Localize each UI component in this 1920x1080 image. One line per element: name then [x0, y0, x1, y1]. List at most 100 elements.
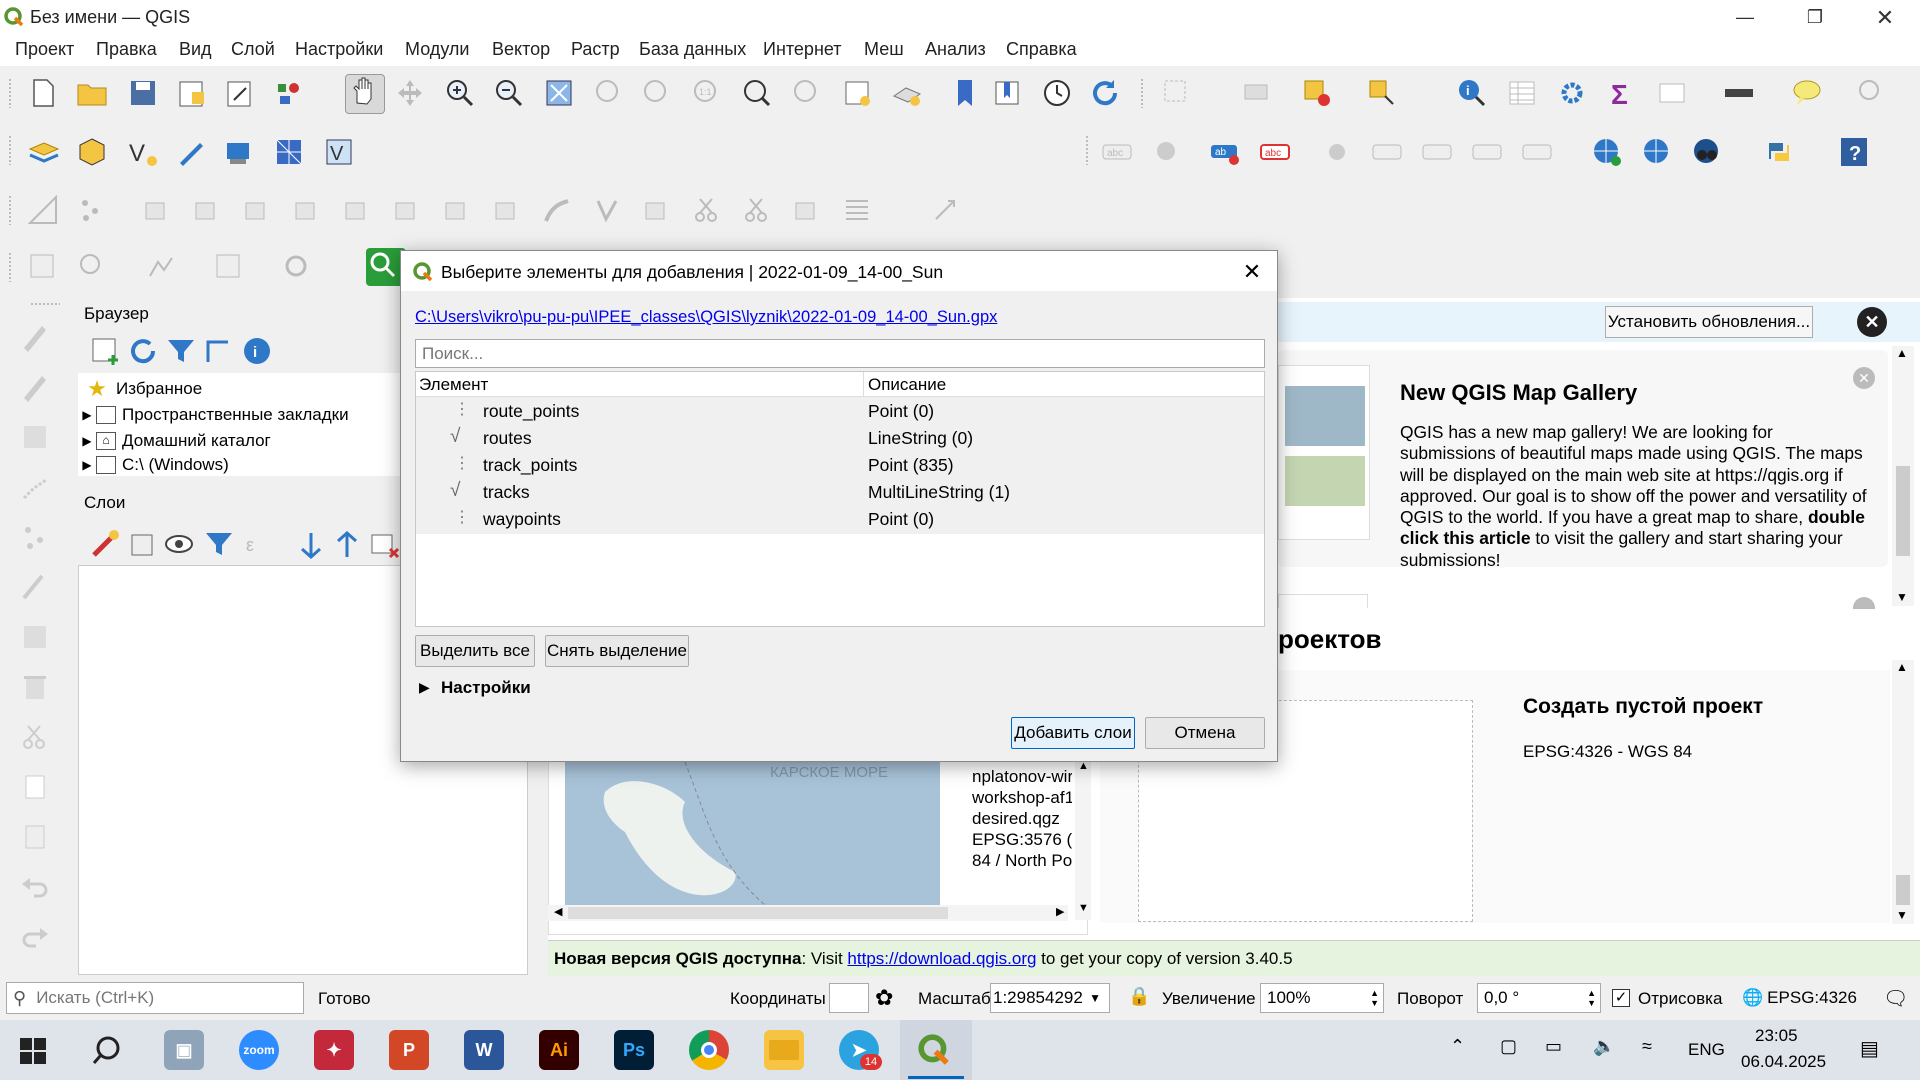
file-path-link[interactable]: C:\Users\vikro\pu-pu-pu\IPEE_classes\QGI… — [415, 308, 997, 327]
temporal-controller-icon[interactable] — [1040, 76, 1074, 110]
menu-settings[interactable]: Настройки — [295, 39, 383, 60]
move-label-icon[interactable] — [1320, 135, 1354, 169]
toggle-editing-icon[interactable] — [18, 370, 52, 404]
extents-toggle-icon[interactable]: ✿ — [875, 985, 901, 1011]
list-item[interactable]: ⋮ track_points Point (835) — [416, 452, 1264, 479]
qgis-app-icon[interactable] — [914, 1030, 954, 1070]
show-hide-labels-icon[interactable] — [1370, 135, 1404, 169]
browser-item-favorites[interactable]: ★ Избранное — [78, 376, 202, 402]
expand-arrow-icon[interactable]: ▶ — [78, 458, 96, 472]
redo-icon[interactable] — [18, 920, 52, 954]
new-3d-map-view-icon[interactable] — [890, 76, 924, 110]
new-virtual-layer-icon[interactable] — [222, 135, 256, 169]
label-properties-icon[interactable] — [1520, 135, 1554, 169]
style-manager-icon[interactable] — [272, 76, 306, 110]
open-project-icon[interactable] — [75, 76, 109, 110]
add-layers-button[interactable]: Добавить слои — [1011, 717, 1135, 749]
pin-labels-icon[interactable]: ab — [1208, 135, 1242, 169]
paste-features-icon[interactable] — [18, 820, 52, 854]
add-part-icon[interactable] — [190, 193, 224, 227]
list-item[interactable]: √ tracks MultiLineString (1) — [416, 479, 1264, 506]
acrobat-app-icon[interactable]: ✦ — [314, 1030, 354, 1070]
add-selected-layers-icon[interactable] — [88, 334, 118, 365]
new-mesh-layer-icon[interactable] — [272, 135, 306, 169]
close-news-2-icon[interactable] — [1853, 597, 1875, 609]
menu-edit[interactable]: Правка — [96, 39, 157, 60]
add-wms-layer-icon[interactable] — [1590, 135, 1624, 169]
label-toolbar-icon[interactable]: abc — [1100, 135, 1134, 169]
coordinates-field[interactable] — [829, 983, 869, 1013]
crs-button[interactable]: 🌐 EPSG:4326 — [1742, 988, 1857, 1008]
data-source-manager-icon[interactable] — [26, 135, 60, 169]
download-link[interactable]: https://download.qgis.org — [847, 949, 1036, 968]
add-line-icon[interactable] — [18, 470, 52, 504]
show-bookmarks-icon[interactable] — [990, 76, 1024, 110]
clock-time[interactable]: 23:05 — [1755, 1026, 1798, 1046]
browser-item-bookmarks[interactable]: ▶ Пространственные закладки — [78, 402, 349, 428]
select-all-button[interactable]: Выделить все — [415, 635, 535, 667]
modify-attributes-icon[interactable] — [18, 570, 52, 604]
select-by-value-icon[interactable] — [1240, 76, 1274, 110]
show-hidden-icons-icon[interactable]: ⌃ — [1450, 1036, 1465, 1057]
properties-info-icon[interactable]: i — [240, 334, 270, 364]
volume-icon[interactable]: 🔈 — [1593, 1036, 1615, 1057]
list-item[interactable]: ⋮ waypoints Point (0) — [416, 506, 1264, 533]
layer-diagram-icon[interactable] — [1150, 135, 1184, 169]
rotation-field[interactable]: 0,0 ° ▲ ▼ — [1477, 983, 1601, 1013]
projects-scrollbar[interactable]: ▲ ▼ — [1892, 660, 1914, 924]
expand-arrow-icon[interactable]: ▶ — [78, 434, 96, 448]
add-group-icon[interactable] — [126, 527, 153, 556]
spinner-icon[interactable]: ▲ ▼ — [1587, 988, 1596, 1008]
browser-item-home[interactable]: ▶ ⌂ Домашний каталог — [78, 428, 271, 454]
copy-features-icon[interactable] — [18, 770, 52, 804]
wifi-icon[interactable]: ≈ — [1642, 1036, 1652, 1057]
dialog-search-input[interactable]: Поиск... — [415, 339, 1265, 368]
search-taskbar-icon[interactable] — [90, 1034, 124, 1068]
change-label-icon[interactable] — [1470, 135, 1504, 169]
refresh-browser-icon[interactable] — [126, 334, 156, 364]
column-description[interactable]: Описание — [868, 375, 946, 395]
pan-map-icon[interactable] — [345, 74, 385, 114]
add-point-icon[interactable] — [75, 193, 109, 227]
filter-browser-icon[interactable] — [164, 334, 194, 362]
menu-project[interactable]: Проект — [15, 39, 74, 60]
add-ring-icon[interactable] — [140, 193, 174, 227]
list-item[interactable]: ⋮ route_points Point (0) — [416, 398, 1264, 425]
menu-help[interactable]: Справка — [1006, 39, 1077, 60]
select-features-icon[interactable] — [1160, 76, 1194, 110]
install-updates-button[interactable]: Установить обновления... — [1605, 306, 1813, 338]
edit-pencil-icon[interactable] — [18, 320, 52, 354]
statistics-icon[interactable]: Σ — [1605, 76, 1639, 110]
battery-icon[interactable]: ▭ — [1545, 1036, 1562, 1057]
chrome-app-icon[interactable] — [689, 1030, 729, 1070]
select-location-icon[interactable] — [1365, 76, 1399, 110]
new-spatialite-layer-icon[interactable]: V — [322, 135, 356, 169]
save-project-icon[interactable] — [126, 76, 160, 110]
identify-features-icon[interactable]: i — [1455, 76, 1489, 110]
zoom-native-icon[interactable]: 1:1 — [690, 76, 724, 110]
collapse-layers-icon[interactable] — [330, 527, 357, 557]
measure-line-icon[interactable] — [1722, 76, 1756, 110]
edit-table-icon[interactable] — [18, 620, 52, 654]
delete-selected-icon[interactable] — [18, 670, 52, 704]
deselect-all-icon[interactable] — [1300, 76, 1334, 110]
close-banner-icon[interactable]: ✕ — [1857, 307, 1887, 337]
magnifier-field[interactable]: 100% ▲ ▼ — [1260, 983, 1384, 1013]
illustrator-app-icon[interactable]: Ai — [539, 1030, 579, 1070]
clock-date[interactable]: 06.04.2025 — [1741, 1052, 1826, 1072]
new-print-layout-icon[interactable] — [174, 76, 208, 110]
menu-layer[interactable]: Слой — [231, 39, 275, 60]
attribute-table-icon[interactable] — [1505, 76, 1539, 110]
zoom-in-icon[interactable] — [443, 76, 477, 110]
zoom-to-selection-icon[interactable] — [592, 76, 626, 110]
cancel-button[interactable]: Отмена — [1145, 717, 1265, 749]
menu-vector[interactable]: Вектор — [492, 39, 550, 60]
settings-group-label[interactable]: Настройки — [441, 678, 531, 698]
menu-database[interactable]: База данных — [639, 39, 746, 60]
windows-start-icon[interactable] — [20, 1038, 46, 1064]
render-checkbox[interactable]: ✓ — [1612, 989, 1630, 1007]
shape-digitize-icon[interactable] — [930, 193, 964, 227]
expand-settings-icon[interactable]: ▶ — [419, 679, 430, 696]
add-wfs-layer-icon[interactable] — [1640, 135, 1674, 169]
messages-icon[interactable]: 🗨 — [1883, 986, 1911, 1012]
